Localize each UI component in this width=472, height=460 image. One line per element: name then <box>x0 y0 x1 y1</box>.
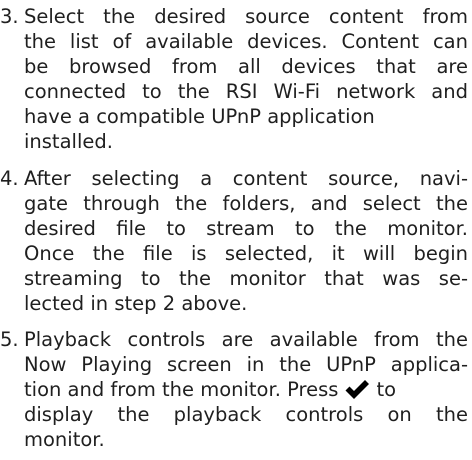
step-text-line: Now Playing screen in the UPnP applica- <box>24 353 468 376</box>
step-text-line: lected in step 2 above. <box>24 292 248 315</box>
step-text-line: Select the desired source content from <box>24 5 468 28</box>
step-text-line: desired file to stream to the monitor. <box>24 217 468 240</box>
step-text-line: monitor. <box>24 428 105 451</box>
step-text-line: have a compatible UPnP application <box>24 105 375 128</box>
step-text-line: be browsed from all devices that are <box>24 55 468 78</box>
step-text-line-with-icon: tion and from the monitor. Press to <box>24 377 468 402</box>
step-text-line: Playback controls are available from the <box>24 328 468 351</box>
step-text-line: display the playback controls on the <box>24 403 468 426</box>
step-text-line: streaming to the monitor that was se- <box>24 267 468 290</box>
step-text-line: connected to the RSI Wi-Fi network and <box>24 80 468 103</box>
document-page: 3. Select the desired source content fro… <box>0 0 472 460</box>
step-text-line: the list of available devices. Content c… <box>24 30 468 53</box>
step-text-segment: tion and from the monitor. Press <box>24 378 339 401</box>
step-text-line: After selecting a content source, navi- <box>24 167 468 190</box>
step-text-line: installed. <box>24 130 113 153</box>
step-number: 3. <box>0 5 19 28</box>
step-text-line: gate through the folders, and select the <box>24 192 468 215</box>
checkmark-icon <box>344 379 370 399</box>
step-text: After selecting a content source, navi- … <box>24 166 468 316</box>
step-text: Playback controls are available from the… <box>24 327 468 452</box>
step-number: 4. <box>0 167 19 190</box>
step-text-segment: to <box>376 378 397 401</box>
step-text: Select the desired source content from t… <box>24 4 468 154</box>
step-text-line: Once the file is selected, it will begin <box>24 242 468 265</box>
step-number: 5. <box>0 328 19 351</box>
